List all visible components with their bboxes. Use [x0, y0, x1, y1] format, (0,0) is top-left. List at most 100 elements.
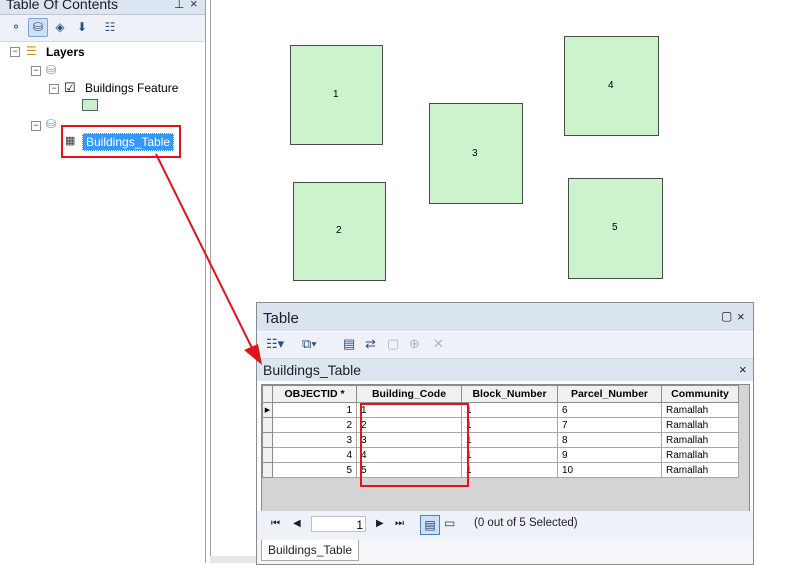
pin-icon[interactable]: ⊥ [174, 0, 184, 11]
column-header-parcel-number[interactable]: Parcel_Number [557, 385, 662, 403]
cell-objectid[interactable]: 5 [272, 462, 357, 478]
next-record-icon[interactable]: ▶ [376, 518, 384, 529]
cell-objectid[interactable]: 3 [272, 432, 357, 448]
cell-objectid[interactable]: 2 [272, 417, 357, 433]
toc-toolbar: ⚬ ⛁ ◈ ⬇ ☷ [0, 15, 205, 42]
table-tab-bar: Buildings_Table × [257, 359, 753, 381]
collapse-database-2-icon[interactable]: − [31, 121, 41, 131]
cell-objectid[interactable]: 1 [272, 402, 357, 418]
parcel-polygon[interactable]: 1 [290, 45, 383, 145]
cell-parcel-number[interactable]: 8 [557, 432, 662, 448]
delete-selected-icon[interactable]: ✕ [433, 336, 444, 352]
row-selector[interactable] [262, 417, 273, 433]
parcel-label: 2 [336, 225, 342, 236]
cell-parcel-number[interactable]: 6 [557, 402, 662, 418]
column-header-block-number[interactable]: Block_Number [461, 385, 558, 403]
table-row[interactable]: 3 3 1 8 Ramallah [262, 432, 739, 448]
list-by-visibility-icon[interactable]: ◈ [50, 18, 70, 37]
table-row[interactable]: 5 5 1 10 Ramallah [262, 462, 739, 478]
table-tab-title: Buildings_Table [263, 362, 362, 378]
list-by-source-icon[interactable]: ⛁ [28, 18, 48, 37]
cell-community[interactable]: Ramallah [661, 432, 739, 448]
annotation-highlight-box [61, 125, 181, 158]
cell-community[interactable]: Ramallah [661, 417, 739, 433]
cell-block-number[interactable]: 1 [461, 432, 558, 448]
parcel-polygon[interactable]: 4 [564, 36, 659, 136]
table-row[interactable]: 4 4 1 9 Ramallah [262, 447, 739, 463]
layers-label[interactable]: Layers [46, 45, 85, 59]
table-of-contents-pane: Table Of Contents ⊥ × ⚬ ⛁ ◈ ⬇ ☷ − ☰ Laye… [0, 0, 206, 563]
cell-community[interactable]: Ramallah [661, 447, 739, 463]
row-selector[interactable] [262, 432, 273, 448]
table-tab-label: Buildings_Table [268, 543, 353, 557]
row-selector[interactable] [262, 447, 273, 463]
close-icon[interactable]: × [737, 309, 745, 324]
table-row[interactable]: 2 2 1 7 Ramallah [262, 417, 739, 433]
table-window-title: Table [263, 310, 299, 327]
map-view-toggle[interactable] [210, 556, 260, 563]
row-selector[interactable] [262, 462, 273, 478]
clear-selection-icon[interactable]: ▢ [387, 336, 399, 352]
list-by-selection-icon[interactable]: ⬇ [72, 18, 92, 37]
cell-community[interactable]: Ramallah [661, 402, 739, 418]
zoom-to-selected-icon[interactable]: ⊕ [409, 336, 420, 352]
annotation-highlight-box [360, 403, 469, 487]
cell-block-number[interactable]: 1 [461, 402, 558, 418]
restore-icon[interactable]: ▢ [721, 309, 732, 323]
cell-block-number[interactable]: 1 [461, 462, 558, 478]
collapse-feature-icon[interactable]: − [49, 84, 59, 94]
selection-status: (0 out of 5 Selected) [474, 517, 578, 529]
parcel-label: 4 [608, 80, 614, 91]
options-icon[interactable]: ☷ [100, 18, 120, 37]
close-tab-icon[interactable]: × [739, 362, 747, 377]
table-toolbar: ☷▾ ⧉▾ ▤ ⇄ ▢ ⊕ ✕ [257, 332, 753, 359]
column-header-community[interactable]: Community [661, 385, 739, 403]
row-selector-header[interactable] [262, 385, 273, 403]
attribute-grid[interactable]: OBJECTID * Building_Code Block_Number Pa… [261, 384, 750, 512]
parcel-polygon[interactable]: 5 [568, 178, 663, 279]
collapse-database-icon[interactable]: − [31, 66, 41, 76]
parcel-label: 1 [333, 89, 339, 100]
table-window-title-bar[interactable]: Table ▢ × [257, 303, 753, 331]
previous-record-icon[interactable]: ◀ [293, 518, 301, 529]
list-by-drawing-order-icon[interactable]: ⚬ [6, 18, 26, 37]
show-selected-records-icon[interactable]: ▭ [444, 516, 455, 530]
current-record-input[interactable]: 1 [311, 516, 366, 532]
database-2-icon: ⛁ [46, 117, 57, 131]
database-icon: ⛁ [46, 63, 57, 77]
cell-block-number[interactable]: 1 [461, 417, 558, 433]
collapse-layers-icon[interactable]: − [10, 47, 20, 57]
layers-icon: ☰ [26, 44, 37, 58]
cell-objectid[interactable]: 4 [272, 447, 357, 463]
cell-parcel-number[interactable]: 9 [557, 447, 662, 463]
feature-layer-label[interactable]: Buildings Feature [85, 81, 178, 95]
column-header-building-code[interactable]: Building_Code [356, 385, 462, 403]
related-tables-icon[interactable]: ⧉▾ [302, 336, 317, 352]
table-options-icon[interactable]: ☷▾ [266, 336, 284, 352]
record-navigation-bar: ⏮ ◀ 1 ▶ ⏭ ▤ ▭ (0 out of 5 Selected) [257, 511, 753, 539]
switch-selection-icon[interactable]: ⇄ [365, 336, 376, 352]
first-record-icon[interactable]: ⏮ [271, 518, 280, 529]
toc-title: Table Of Contents [6, 0, 119, 12]
toc-title-bar: Table Of Contents ⊥ × [0, 0, 205, 15]
parcel-polygon[interactable]: 3 [429, 103, 523, 204]
table-tab-buildings[interactable]: Buildings_Table [261, 540, 359, 561]
attribute-table: OBJECTID * Building_Code Block_Number Pa… [262, 385, 739, 478]
parcel-polygon[interactable]: 2 [293, 182, 386, 281]
show-all-records-icon[interactable]: ▤ [420, 515, 440, 535]
row-selector-current-icon[interactable]: ▶ [262, 402, 273, 418]
parcel-label: 3 [472, 148, 478, 159]
cell-parcel-number[interactable]: 10 [557, 462, 662, 478]
last-record-icon[interactable]: ⏭ [395, 518, 404, 529]
close-icon[interactable]: × [190, 0, 198, 11]
checkbox-checked-icon[interactable]: ☑ [64, 81, 76, 95]
table-row[interactable]: ▶ 1 1 1 6 Ramallah [262, 402, 739, 418]
table-header-row: OBJECTID * Building_Code Block_Number Pa… [262, 385, 739, 403]
cell-parcel-number[interactable]: 7 [557, 417, 662, 433]
select-by-attributes-icon[interactable]: ▤ [343, 336, 355, 352]
cell-block-number[interactable]: 1 [461, 447, 558, 463]
polygon-symbol-swatch[interactable] [82, 99, 98, 111]
cell-community[interactable]: Ramallah [661, 462, 739, 478]
parcel-label: 5 [612, 222, 618, 233]
column-header-objectid[interactable]: OBJECTID * [272, 385, 357, 403]
